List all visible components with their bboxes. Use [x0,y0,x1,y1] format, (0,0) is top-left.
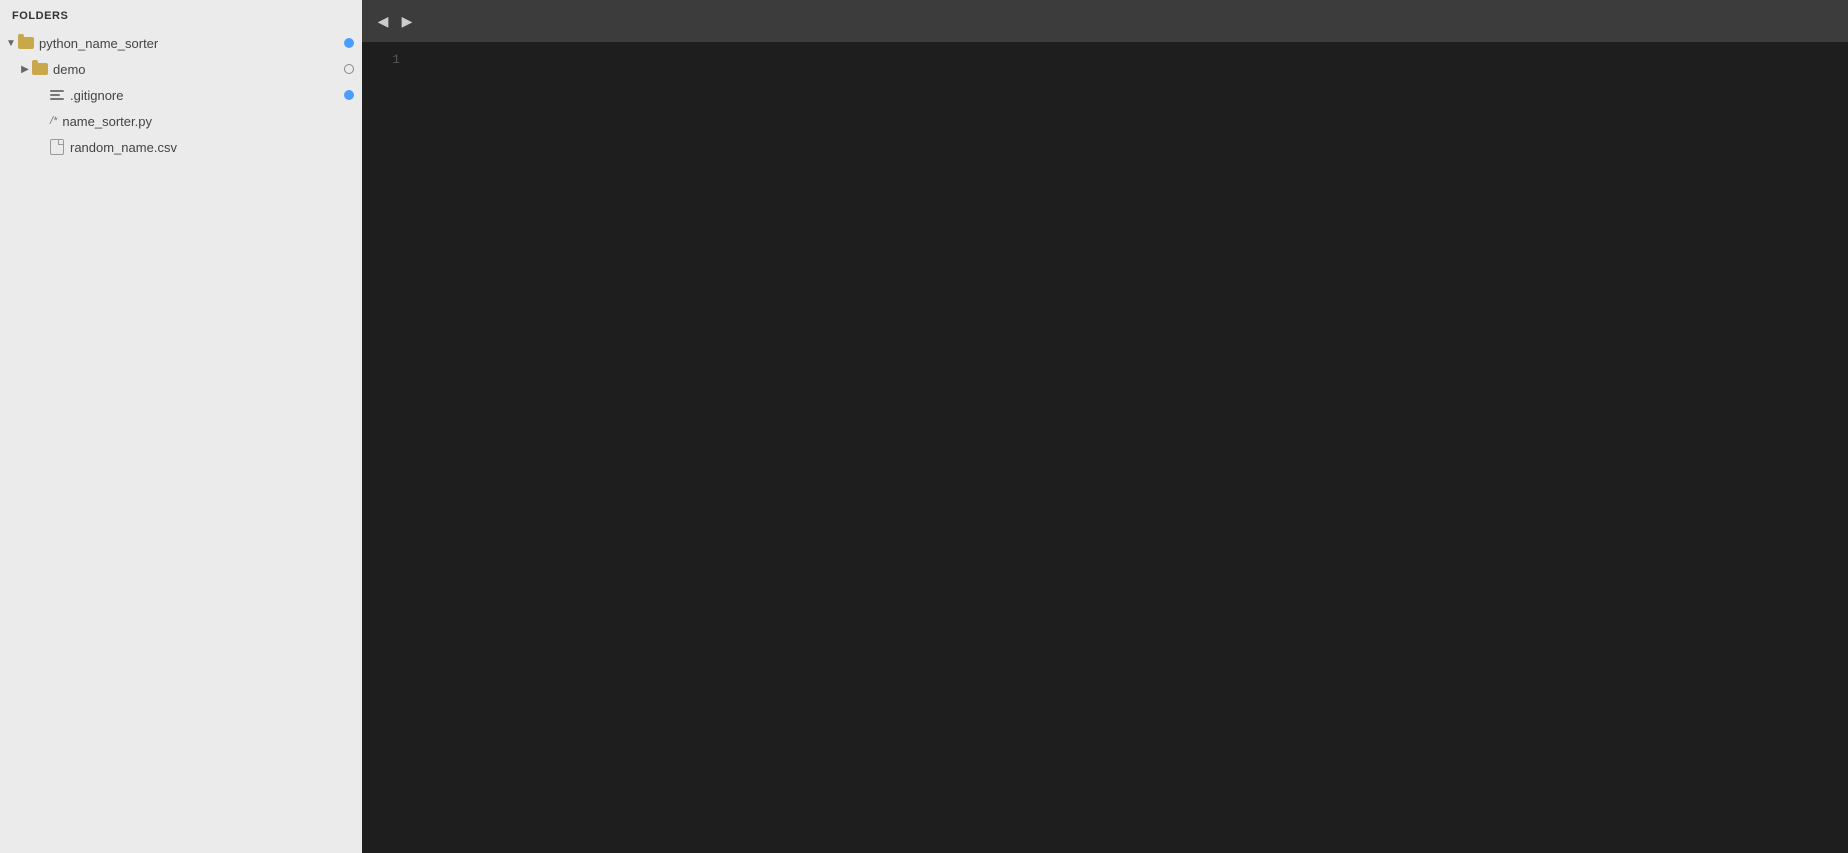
code-area[interactable] [412,42,1848,853]
file-name-demo: demo [53,62,338,77]
folder-icon-demo [32,63,48,75]
tree-item-random-name-csv[interactable]: random_name.csv [0,134,362,160]
badge-gitignore [344,90,354,100]
python-file-icon: /* [50,115,57,127]
folder-icon-python-name-sorter [18,37,34,49]
badge-demo [344,64,354,74]
back-button[interactable]: ◀ [372,10,394,32]
editor-area: ◀ ▶ 1 [362,0,1848,853]
forward-button[interactable]: ▶ [396,10,418,32]
tree-item-name-sorter-py[interactable]: /* name_sorter.py [0,108,362,134]
editor-content: 1 [362,42,1848,853]
file-name-gitignore: .gitignore [70,88,338,103]
sidebar-header: FOLDERS [0,0,362,30]
expand-arrow-python-name-sorter: ▼ [4,38,18,49]
sidebar: FOLDERS ▼ python_name_sorter ▶ demo [0,0,362,853]
toolbar-nav-buttons: ◀ ▶ [372,10,418,32]
line-numbers: 1 [362,42,412,853]
tree-item-demo[interactable]: ▶ demo [0,56,362,82]
gitignore-icon [50,90,64,100]
tree-item-python-name-sorter[interactable]: ▼ python_name_sorter [0,30,362,56]
line-number-1: 1 [362,50,400,71]
editor-toolbar: ◀ ▶ [362,0,1848,42]
tree-item-gitignore[interactable]: .gitignore [0,82,362,108]
expand-arrow-demo: ▶ [18,64,32,75]
csv-file-icon [50,139,64,155]
file-tree: ▼ python_name_sorter ▶ demo [0,30,362,853]
badge-python-name-sorter [344,38,354,48]
file-name-random-name-csv: random_name.csv [70,140,354,155]
file-name-name-sorter-py: name_sorter.py [62,114,354,129]
file-name-python-name-sorter: python_name_sorter [39,36,338,51]
